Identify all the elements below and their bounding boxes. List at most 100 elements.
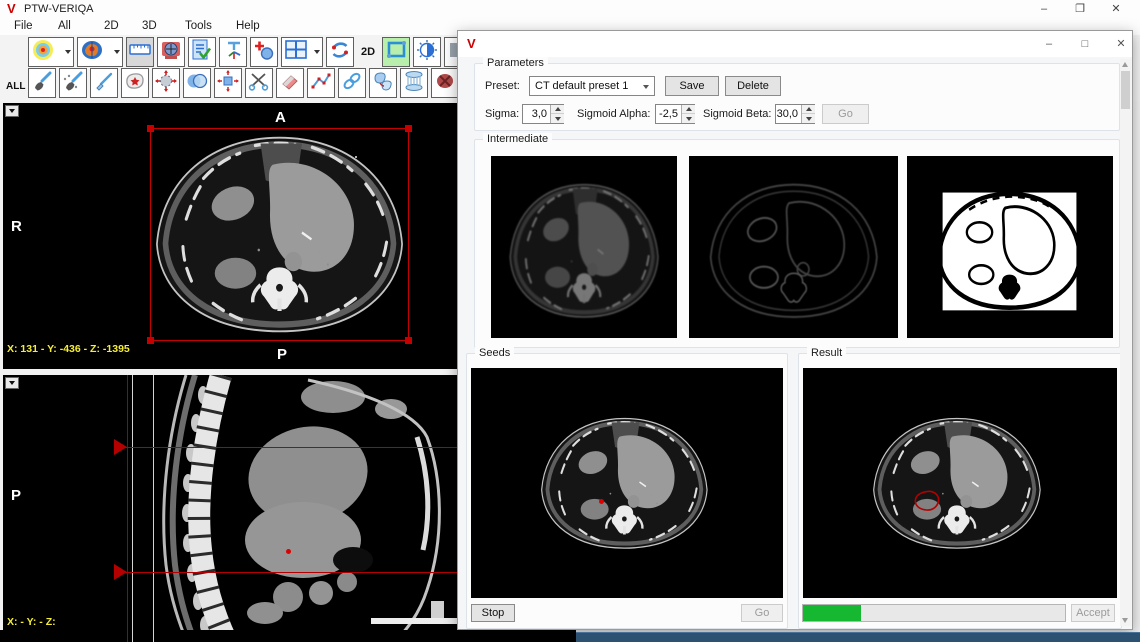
- up-arrow-icon: [686, 107, 692, 111]
- stop-button[interactable]: Stop: [471, 604, 515, 622]
- intermediate-group: Intermediate: [474, 139, 1120, 348]
- taskbar[interactable]: [576, 632, 1140, 642]
- copy-contour-button[interactable]: [369, 68, 397, 98]
- profile-line-1[interactable]: [132, 375, 133, 642]
- orientation-anterior-label: A: [275, 109, 286, 126]
- window-level-button[interactable]: [413, 37, 441, 67]
- mode-2d-label: 2D: [357, 46, 379, 58]
- close-button[interactable]: ✕: [1102, 1, 1130, 17]
- spin-up-button[interactable]: [551, 105, 564, 114]
- scroll-down-icon[interactable]: [1122, 618, 1128, 623]
- dropdown-arrow-icon[interactable]: [114, 50, 120, 54]
- result-image[interactable]: [803, 368, 1117, 598]
- spin-down-button[interactable]: [682, 114, 695, 123]
- roi-handle-nw[interactable]: [147, 125, 154, 132]
- seeds-group-label: Seeds: [475, 347, 514, 359]
- orientation-posterior-label: P: [277, 346, 287, 363]
- slice-marker-lower-icon[interactable]: [114, 564, 127, 580]
- dose-display-button[interactable]: [28, 37, 74, 67]
- intermediate-smoothed-image[interactable]: [491, 156, 677, 338]
- seeds-group: Seeds Stop Go: [466, 353, 788, 629]
- slice-line-lower[interactable]: [124, 572, 457, 573]
- link-contours-button[interactable]: [338, 68, 366, 98]
- spin-down-button[interactable]: [551, 114, 564, 123]
- delete-contour-button[interactable]: [431, 68, 459, 98]
- accept-button[interactable]: Accept: [1071, 604, 1115, 622]
- roi-selection-rect[interactable]: [150, 128, 409, 341]
- roi-handle-ne[interactable]: [405, 125, 412, 132]
- seeds-image[interactable]: [471, 368, 783, 598]
- up-arrow-icon: [555, 107, 561, 111]
- image-colormap-button[interactable]: [77, 37, 123, 67]
- smart-brush-button[interactable]: [59, 68, 87, 98]
- dropdown-arrow-icon[interactable]: [65, 50, 71, 54]
- move-contour-button[interactable]: [214, 68, 242, 98]
- viewport-axial[interactable]: A R P X: 131 - Y: -436 - Z: -1395 Scalar…: [3, 103, 457, 369]
- app-logo-icon: V: [7, 2, 16, 15]
- combine-contours-button[interactable]: [183, 68, 211, 98]
- sigmoid-beta-spinbox[interactable]: 30,0: [775, 104, 815, 124]
- dialog-scrollbar[interactable]: [1120, 59, 1131, 626]
- polyline-icon: [310, 71, 332, 96]
- spin-down-button[interactable]: [802, 114, 815, 123]
- parameters-group: Parameters Preset: CT default preset 1 S…: [474, 63, 1120, 131]
- dialog-logo-icon: V: [467, 37, 476, 50]
- intermediate-gradient-image[interactable]: [689, 156, 898, 338]
- viewport-menu-button[interactable]: [5, 377, 19, 389]
- menu-3d[interactable]: 3D: [142, 20, 157, 32]
- slice-line-upper[interactable]: [124, 447, 457, 448]
- intermediate-sigmoid-image[interactable]: [907, 156, 1113, 338]
- brush-button[interactable]: [28, 68, 56, 98]
- minimize-button[interactable]: –: [1030, 1, 1058, 17]
- polygon-button[interactable]: [307, 68, 335, 98]
- scrollbar-thumb[interactable]: [1121, 71, 1130, 109]
- beam-device-button[interactable]: [157, 37, 185, 67]
- reference-line-vertical-red[interactable]: [127, 375, 128, 642]
- roi-handle-se[interactable]: [405, 337, 412, 344]
- spin-arrows: [801, 105, 814, 123]
- plan-axes-button[interactable]: [219, 37, 247, 67]
- viewport-sagittal[interactable]: P X: - Y: - Z: Scalar Value: Dose Value:…: [3, 375, 457, 642]
- overlay-line: X: 131 - Y: -436 - Z: -1395: [7, 343, 130, 356]
- plan-approve-button[interactable]: [188, 37, 216, 67]
- profile-line-2[interactable]: [153, 375, 154, 642]
- dialog-maximize-button[interactable]: □: [1072, 35, 1098, 53]
- sigma-spinbox[interactable]: 3,0: [522, 104, 564, 124]
- erase-contour-button[interactable]: [276, 68, 304, 98]
- scroll-up-icon[interactable]: [1122, 62, 1128, 67]
- restore-button[interactable]: ❐: [1066, 1, 1094, 17]
- interpolate-icon: [403, 70, 425, 97]
- pen-button[interactable]: [90, 68, 118, 98]
- delete-button[interactable]: Delete: [725, 76, 781, 96]
- magic-wand-lasso-button[interactable]: [121, 68, 149, 98]
- spin-up-button[interactable]: [682, 105, 695, 114]
- spin-arrows: [550, 105, 563, 123]
- viewport-menu-button[interactable]: [5, 105, 19, 117]
- add-point-button[interactable]: [250, 37, 278, 67]
- spin-up-button[interactable]: [802, 105, 815, 114]
- interpolate-contours-button[interactable]: [400, 68, 428, 98]
- menu-2d[interactable]: 2D: [104, 20, 119, 32]
- save-button[interactable]: Save: [665, 76, 719, 96]
- menu-tools[interactable]: Tools: [185, 20, 212, 32]
- roi-handle-sw[interactable]: [147, 337, 154, 344]
- preset-combobox[interactable]: CT default preset 1: [529, 76, 655, 96]
- sigmoid-alpha-spinbox[interactable]: -2,5: [655, 104, 695, 124]
- ruler-button[interactable]: [126, 37, 154, 67]
- rotate-view-button[interactable]: [326, 37, 354, 67]
- viewport-layout-button[interactable]: [281, 37, 323, 67]
- cut-contour-button[interactable]: [245, 68, 273, 98]
- dialog-close-button[interactable]: ✕: [1108, 35, 1134, 53]
- seeds-go-button[interactable]: Go: [741, 604, 783, 622]
- menu-all[interactable]: All: [58, 20, 71, 32]
- dialog-minimize-button[interactable]: –: [1036, 35, 1062, 53]
- menu-help[interactable]: Help: [236, 20, 260, 32]
- region-grow-button[interactable]: [152, 68, 180, 98]
- menu-file[interactable]: File: [14, 20, 33, 32]
- down-arrow-icon: [686, 117, 692, 121]
- dropdown-arrow-icon[interactable]: [314, 50, 320, 54]
- parameters-go-button[interactable]: Go: [822, 104, 869, 124]
- slice-marker-upper-icon[interactable]: [114, 439, 127, 455]
- crop-region-button[interactable]: [382, 37, 410, 67]
- preset-label: Preset:: [485, 76, 520, 96]
